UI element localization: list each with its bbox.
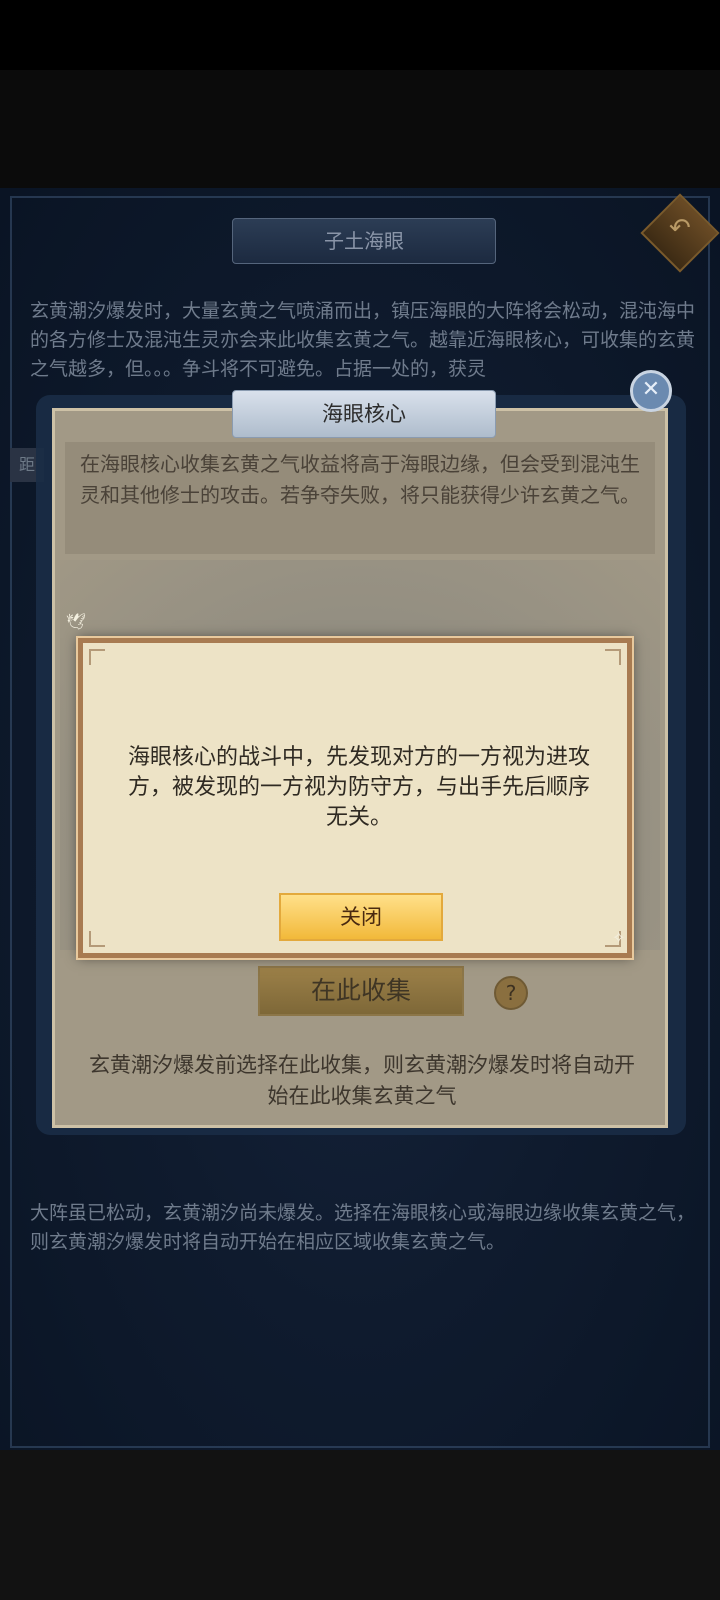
collect-note: 玄黄潮汐爆发前选择在此收集，则玄黄潮汐爆发时将自动开始在此收集玄黄之气 — [89, 1053, 635, 1108]
collect-here-button[interactable]: 在此收集 — [258, 966, 464, 1016]
bottom-bar — [0, 1450, 720, 1600]
info-dialog: 海眼核心的战斗中，先发现对方的一方视为进攻方，被发现的一方视为防守方，与出手先后… — [78, 638, 632, 958]
background-intro-text: 玄黄潮汐爆发时，大量玄黄之气喷涌而出，镇压海眼的大阵将会松动，混沌海中的各方修士… — [30, 300, 696, 380]
page-title: 子土海眼 — [232, 218, 496, 264]
status-bar — [0, 0, 720, 70]
core-panel-title: 海眼核心 — [232, 390, 496, 438]
help-icon[interactable]: ? — [494, 976, 528, 1010]
dialog-close-button[interactable]: 关闭 — [279, 893, 443, 941]
corner-ornament — [89, 931, 105, 947]
fairy-decoration-icon: ✧ — [612, 928, 626, 947]
dialog-message: 海眼核心的战斗中，先发现对方的一方视为进攻方，被发现的一方视为防守方，与出手先后… — [127, 745, 590, 830]
background-hint-text: 大阵虽已松动，玄黄潮汐尚未爆发。选择在海眼核心或海眼边缘收集玄黄之气，则玄黄潮汐… — [30, 1202, 696, 1253]
core-description: 在海眼核心收集玄黄之气收益将高于海眼边缘，但会受到混沌生灵和其他修士的攻击。若争… — [80, 452, 640, 507]
back-arrow-icon: ↶ — [669, 213, 691, 244]
corner-ornament — [605, 649, 621, 665]
close-x-icon[interactable]: ✕ — [630, 370, 672, 412]
corner-ornament — [89, 649, 105, 665]
bird-decoration-icon: 🕊 — [66, 612, 87, 631]
